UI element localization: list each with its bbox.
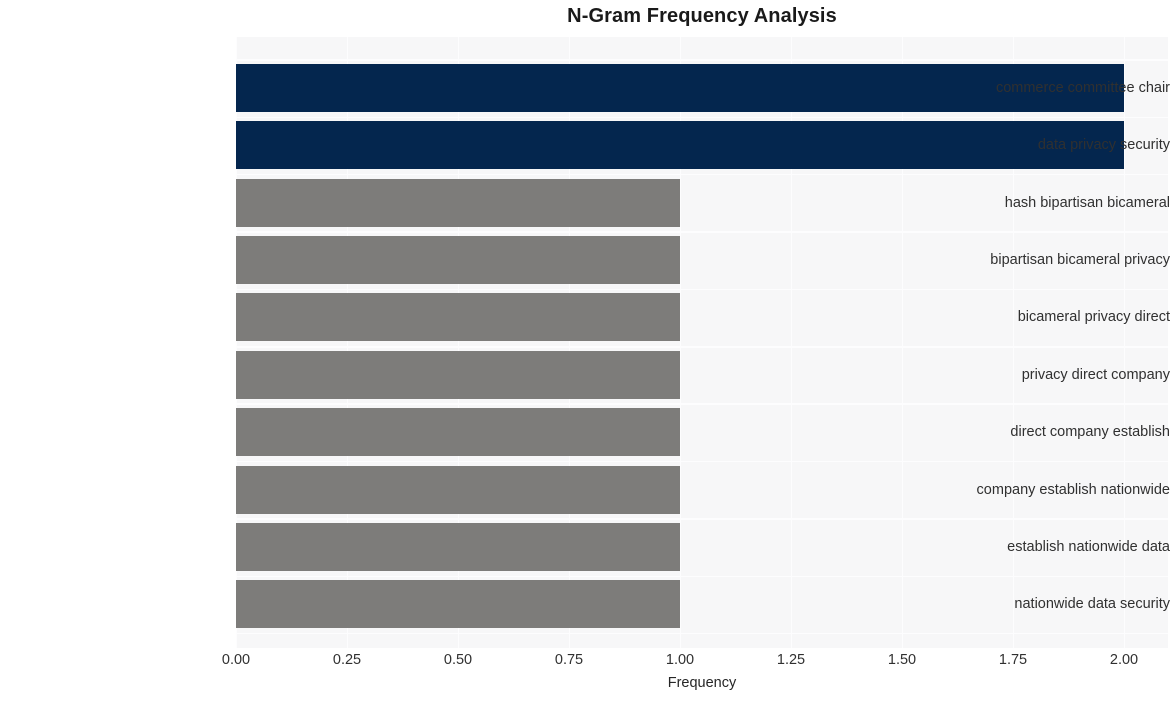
horizontal-gridline bbox=[236, 518, 1168, 520]
x-axis-tick-label: 2.00 bbox=[1109, 652, 1139, 668]
horizontal-gridline bbox=[236, 575, 1168, 577]
x-axis-tick-label: 0.75 bbox=[554, 652, 584, 668]
horizontal-gridline bbox=[236, 460, 1168, 463]
bar[interactable] bbox=[236, 350, 680, 399]
bar[interactable] bbox=[236, 465, 680, 514]
x-axis-label: Frequency bbox=[667, 675, 737, 691]
x-axis-tick-label: 0.00 bbox=[221, 652, 251, 668]
chart-figure: N-Gram Frequency Analysis commerce commi… bbox=[0, 0, 1176, 701]
horizontal-gridline bbox=[236, 288, 1168, 291]
bar[interactable] bbox=[236, 580, 680, 629]
bar[interactable] bbox=[236, 408, 680, 457]
horizontal-gridline bbox=[236, 174, 1168, 176]
y-axis-tick-label: establish nationwide data bbox=[1007, 538, 1170, 555]
y-axis-tick-label: commerce committee chair bbox=[995, 80, 1170, 96]
vertical-gridline bbox=[1124, 37, 1126, 648]
horizontal-gridline bbox=[236, 346, 1168, 348]
x-axis-tick-label: 1.00 bbox=[665, 652, 695, 668]
bar[interactable] bbox=[236, 236, 680, 285]
plot-area bbox=[236, 37, 1168, 648]
y-axis-tick-label: direct company establish bbox=[1010, 424, 1170, 441]
bar[interactable] bbox=[236, 293, 680, 342]
y-axis-tick-label: bipartisan bicameral privacy bbox=[990, 252, 1170, 269]
y-axis-tick-label: privacy direct company bbox=[1021, 366, 1170, 383]
y-axis-tick-label: nationwide data security bbox=[1014, 596, 1170, 613]
horizontal-gridline bbox=[236, 116, 1168, 119]
x-axis-tick-label: 1.75 bbox=[998, 652, 1028, 668]
y-axis-tick-label: bicameral privacy direct bbox=[1017, 309, 1170, 326]
bar[interactable] bbox=[236, 178, 680, 227]
x-axis-tick-label: 1.50 bbox=[887, 652, 917, 668]
horizontal-gridline bbox=[236, 403, 1168, 405]
bar[interactable] bbox=[236, 522, 680, 571]
x-axis-tick-label: 0.25 bbox=[332, 652, 362, 668]
x-axis-tick-label: 1.25 bbox=[776, 652, 806, 668]
y-axis-tick-label: hash bipartisan bicameral bbox=[1004, 194, 1170, 211]
chart-title: N-Gram Frequency Analysis bbox=[567, 5, 837, 27]
horizontal-gridline bbox=[236, 231, 1168, 233]
x-axis-tick-label: 0.50 bbox=[443, 652, 473, 668]
y-axis-tick-label: data privacy security bbox=[1037, 137, 1170, 154]
horizontal-gridline bbox=[236, 59, 1168, 61]
y-axis-tick-label: company establish nationwide bbox=[976, 481, 1170, 498]
horizontal-gridline bbox=[236, 632, 1168, 635]
